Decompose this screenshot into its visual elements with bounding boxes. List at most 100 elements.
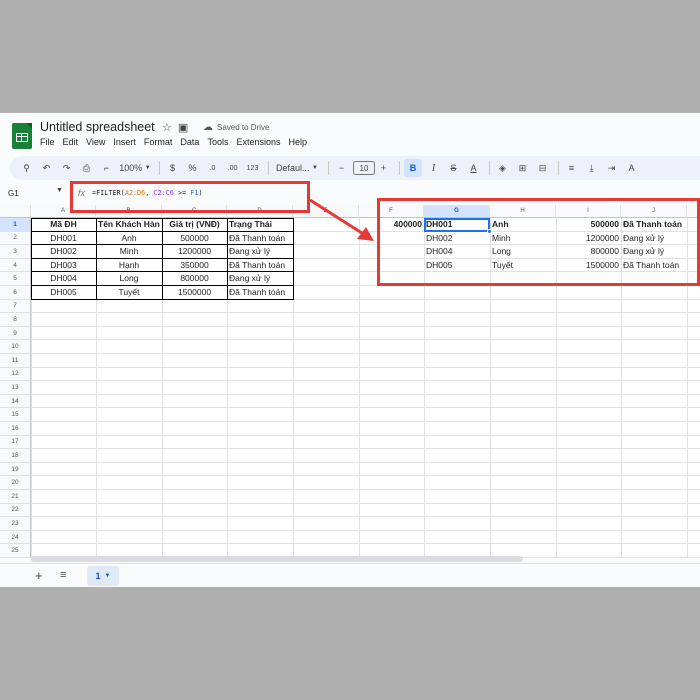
cell[interactable]: 800000 [164,272,225,285]
cell[interactable]: Tên Khách Hàng [98,218,160,231]
cell[interactable]: 500000 [164,232,225,245]
document-title[interactable]: Untitled spreadsheet [40,120,155,134]
font-size-input[interactable]: 10 [353,161,375,175]
column-header[interactable]: E [293,205,359,218]
row-header[interactable]: 22 [0,503,31,518]
cell[interactable]: Đã Thanh toán [623,218,685,231]
row-header[interactable]: 7 [0,299,31,314]
cell[interactable]: 800000 [558,245,619,258]
column-header[interactable]: A [31,205,96,218]
row-header[interactable]: 8 [0,313,31,327]
cell[interactable]: Đang xử lý [623,245,685,258]
menu-help[interactable]: Help [288,137,307,147]
cell[interactable]: 500000 [558,218,619,231]
row-header[interactable]: 20 [0,476,31,490]
font-select[interactable]: Defaul... ▼ [273,159,321,177]
menu-format[interactable]: Format [144,137,173,147]
horizontal-align-icon[interactable]: ≡ [563,159,580,177]
cell[interactable]: Trạng Thái [229,218,291,231]
strikethrough-button[interactable]: S [445,159,462,177]
menu-view[interactable]: View [86,137,105,147]
percent-format-button[interactable]: % [184,159,201,177]
cell[interactable]: Long [492,245,554,258]
bold-button[interactable]: B [404,159,422,177]
cell[interactable]: Tuyết [98,286,160,299]
cell[interactable]: Hạnh [98,259,160,272]
fill-handle[interactable] [487,229,492,234]
column-header[interactable]: I [556,205,621,218]
cell[interactable]: Anh [98,232,160,245]
row-header[interactable]: 1 [0,218,31,232]
column-header[interactable]: D [227,205,293,218]
save-status[interactable]: ☁ Saved to Drive [203,122,269,133]
merge-cells-icon[interactable]: ⊟ [534,159,551,177]
cell[interactable]: Anh [492,218,554,231]
cell[interactable]: DH003 [33,259,94,272]
row-header[interactable]: 10 [0,340,31,354]
move-folder-icon[interactable]: ▣ [178,121,188,134]
currency-format-button[interactable]: $ [164,159,181,177]
cell[interactable]: Mã ĐH [33,218,94,231]
cell[interactable]: Đang xử lý [623,232,685,245]
add-sheet-button[interactable]: + [35,568,43,583]
star-icon[interactable]: ☆ [162,121,172,134]
row-header[interactable]: 2 [0,231,31,246]
row-header[interactable]: 24 [0,530,31,545]
decrease-decimal-button[interactable]: .0 [204,159,221,177]
paint-format-icon[interactable]: ⌐ [98,159,115,177]
redo-icon[interactable]: ↷ [58,159,75,177]
row-header[interactable]: 14 [0,394,31,409]
column-header[interactable]: C [162,205,227,218]
cell[interactable]: DH005 [426,259,488,272]
cell[interactable]: Long [98,272,160,285]
cell[interactable]: Đã Thanh toán [623,259,685,272]
cell[interactable]: 400000 [361,218,422,231]
row-header[interactable]: 23 [0,517,31,531]
cell[interactable]: DH004 [426,245,488,258]
row-header[interactable]: 19 [0,462,31,477]
row-header[interactable]: 16 [0,422,31,436]
menu-edit[interactable]: Edit [63,137,79,147]
vertical-align-icon[interactable]: ⤓ [583,159,600,177]
sheets-logo-icon[interactable] [12,123,32,149]
row-header[interactable]: 15 [0,408,31,422]
select-all-corner[interactable] [0,205,31,218]
cell[interactable]: DH005 [33,286,94,299]
decrease-font-size-button[interactable]: − [333,159,350,177]
cell[interactable]: 350000 [164,259,225,272]
cell[interactable]: 1200000 [558,232,619,245]
undo-icon[interactable]: ↶ [38,159,55,177]
cell[interactable]: 1500000 [164,286,225,299]
print-icon[interactable]: ⎙ [78,159,95,177]
menu-tools[interactable]: Tools [207,137,228,147]
row-header[interactable]: 18 [0,449,31,463]
spreadsheet-grid[interactable]: A B C D E F G H I J 1 2 3 4 5 6 7 8 9 10 11 12 13 14 15 16 17 18 19 2… [0,205,700,562]
cell[interactable]: Đã Thanh toán [229,232,291,245]
cell[interactable]: DH004 [33,272,94,285]
row-header[interactable]: 11 [0,354,31,368]
row-header[interactable]: 25 [0,544,31,558]
cell[interactable]: Minh [492,232,554,245]
menu-data[interactable]: Data [180,137,199,147]
cell[interactable]: Đã Thanh toán [229,286,291,299]
row-header[interactable]: 3 [0,245,31,259]
column-header[interactable]: H [490,205,556,218]
italic-button[interactable]: I [425,159,442,177]
cell[interactable]: 1500000 [558,259,619,272]
row-header[interactable]: 9 [0,326,31,341]
row-header[interactable]: 21 [0,490,31,504]
column-header[interactable]: F [359,205,424,218]
borders-icon[interactable]: ⊞ [514,159,531,177]
menu-extensions[interactable]: Extensions [236,137,280,147]
cell[interactable]: Minh [98,245,160,258]
cell[interactable]: Tuyết [492,259,554,272]
row-header[interactable]: 17 [0,435,31,450]
search-menus-icon[interactable]: ⚲ [18,159,35,177]
horizontal-scrollbar[interactable] [31,556,523,562]
column-header[interactable]: J [621,205,687,218]
row-header[interactable]: 5 [0,272,31,286]
cell[interactable]: Đang xử lý [229,272,291,285]
text-color-button[interactable]: A [465,159,482,177]
text-rotation-icon[interactable]: A [623,159,640,177]
row-header[interactable]: 13 [0,381,31,395]
